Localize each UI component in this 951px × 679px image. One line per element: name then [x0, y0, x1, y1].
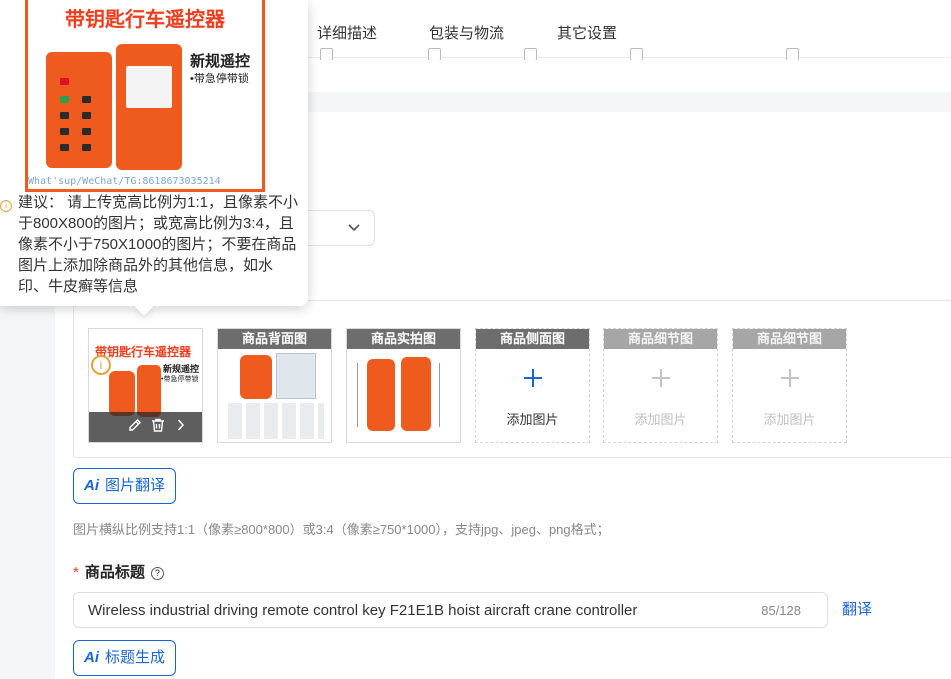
product-title-input[interactable]: Wireless industrial driving remote contr…	[73, 592, 828, 628]
remote-image	[240, 355, 272, 399]
image-format-hint: 图片横纵比例支持1:1（像素≥800*800）或3:4（像素≥750*1000）…	[73, 522, 610, 537]
image-translate-label: 图片翻译	[105, 477, 166, 494]
slot-caption: 商品细节图	[733, 329, 846, 349]
tab-other-settings[interactable]: 其它设置	[557, 22, 617, 43]
info-icon: i	[0, 200, 12, 212]
image-guideline-tooltip: 带钥匙行车遥控器 新规遥控 •带急停带锁 What'sup/WeChat/TG:…	[0, 0, 308, 306]
product-title-value: Wireless industrial driving remote contr…	[88, 602, 638, 619]
plus-icon	[476, 363, 589, 397]
plus-icon	[604, 363, 717, 397]
slot-caption: 商品实拍图	[347, 329, 460, 349]
char-count: 85/128	[761, 603, 801, 618]
accessories-image	[228, 403, 324, 439]
ai-icon: Ai	[84, 477, 99, 494]
remote-button-image	[60, 112, 69, 119]
remote-button-image	[60, 144, 69, 151]
option-checkbox[interactable]	[524, 48, 537, 60]
slot-caption: 商品细节图	[604, 329, 717, 349]
example-side-sub: •带急停带锁	[190, 73, 249, 85]
product-title-label-text: 商品标题	[84, 564, 145, 581]
tab-detail-description[interactable]: 详细描述	[317, 22, 377, 43]
dimension-line	[357, 363, 358, 427]
remote-button-image	[82, 128, 91, 135]
remote-button-image	[82, 112, 91, 119]
add-image-label: 添加图片	[506, 412, 559, 427]
required-mark: *	[73, 564, 79, 581]
example-banner: 带钥匙行车遥控器	[65, 9, 225, 31]
main-image-actions	[89, 412, 202, 442]
remote-image	[46, 52, 112, 168]
option-checkbox[interactable]	[630, 48, 643, 60]
remote-button-image	[60, 96, 69, 103]
image-slot-real-photo[interactable]: 商品实拍图	[346, 328, 461, 443]
stop-button-image	[60, 78, 69, 85]
image-slot-detail-add[interactable]: 商品细节图 添加图片	[603, 328, 718, 443]
option-checkbox-row	[320, 46, 951, 60]
main-image-side-sub: •带急停带锁	[161, 376, 199, 383]
title-generate-button[interactable]: Ai 标题生成	[73, 640, 177, 676]
remote-image	[367, 359, 395, 431]
add-image-label: 添加图片	[763, 412, 816, 427]
slot-caption: 商品背面图	[218, 329, 331, 349]
remote-button-image	[60, 128, 69, 135]
remote-image	[401, 357, 431, 431]
help-icon[interactable]: ?	[150, 567, 164, 580]
section-divider	[305, 92, 951, 112]
remote-button-image	[82, 96, 91, 103]
image-translate-button[interactable]: Ai 图片翻译	[73, 468, 177, 504]
chevron-down-icon	[348, 221, 360, 235]
tooltip-suggestion-text: 建议： 请上传宽高比例为1:1，且像素不小于800X800的图片；或宽高比例为3…	[18, 194, 299, 295]
remote-image	[137, 365, 161, 417]
translate-link[interactable]: 翻译	[842, 598, 872, 619]
edit-icon[interactable]	[127, 417, 143, 438]
main-image-slot[interactable]: 带钥匙行车遥控器 新规遥控 •带急停带锁 i	[88, 328, 203, 443]
add-image-label: 添加图片	[634, 412, 687, 427]
slot-caption: 商品侧面图	[476, 329, 589, 349]
plus-icon	[733, 363, 846, 397]
option-checkbox[interactable]	[786, 48, 799, 60]
tab-packaging-logistics[interactable]: 包装与物流	[429, 22, 504, 43]
trash-icon[interactable]	[150, 417, 166, 438]
image-slot-detail-add[interactable]: 商品细节图 添加图片	[732, 328, 847, 443]
option-checkbox[interactable]	[320, 48, 333, 60]
dimension-line	[439, 363, 440, 427]
label-sticker-image	[126, 66, 172, 108]
image-slot-side-add[interactable]: 商品侧面图 添加图片	[475, 328, 590, 443]
main-image-banner: 带钥匙行车遥控器	[95, 345, 192, 359]
package-image	[276, 353, 316, 399]
title-generate-label: 标题生成	[105, 649, 166, 666]
tooltip-example-image: 带钥匙行车遥控器 新规遥控 •带急停带锁 What'sup/WeChat/TG:…	[25, 0, 265, 192]
info-icon: i	[91, 355, 111, 375]
chevron-right-icon[interactable]	[177, 419, 185, 434]
example-watermark: What'sup/WeChat/TG:8618673035214	[28, 176, 221, 187]
product-title-label: * 商品标题?	[73, 561, 164, 582]
image-slot-back[interactable]: 商品背面图	[217, 328, 332, 443]
ai-icon: Ai	[84, 649, 99, 666]
example-side-title: 新规遥控	[190, 53, 251, 70]
remote-image	[116, 44, 182, 170]
remote-button-image	[82, 144, 91, 151]
option-checkbox[interactable]	[428, 48, 441, 60]
remote-image	[109, 371, 135, 416]
